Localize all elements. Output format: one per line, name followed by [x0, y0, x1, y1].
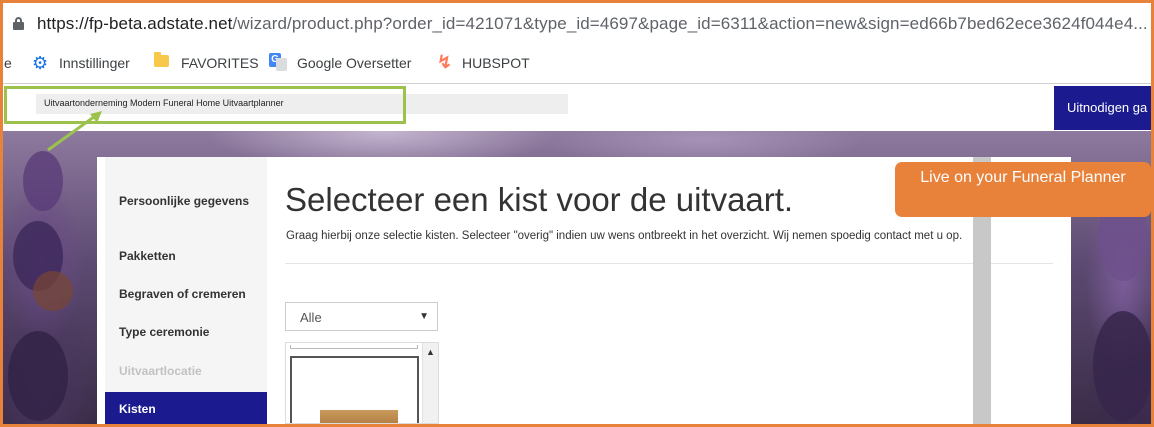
sidebar-item-kisten-label: Kisten — [119, 402, 156, 416]
sidebar-item-type-ceremonie[interactable]: Type ceremonie — [119, 324, 259, 341]
url-text[interactable]: https://fp-beta.adstate.net/wizard/produ… — [37, 14, 1148, 34]
bookmarks-bar: e ⚙ Innstillinger FAVORITES G Google Ove… — [3, 45, 1151, 84]
page-title: Selecteer een kist voor de uitvaart. — [285, 181, 794, 218]
sidebar-item-uitvaartlocatie: Uitvaartlocatie — [119, 364, 202, 378]
browser-url-bar[interactable]: https://fp-beta.adstate.net/wizard/produ… — [3, 3, 1151, 45]
bookmark-favorites[interactable]: FAVORITES — [181, 55, 259, 71]
filter-select-value: Alle — [300, 310, 322, 325]
coffin-item[interactable] — [290, 356, 419, 423]
bookmark-truncated[interactable]: e — [4, 55, 12, 71]
bookmark-hubspot[interactable]: HUBSPOT — [462, 55, 530, 71]
wizard-sidebar: Persoonlijke gegevens Pakketten Begraven… — [105, 157, 267, 424]
url-host: https://fp-beta.adstate.net — [37, 14, 233, 33]
coffin-image — [320, 410, 398, 423]
scroll-up-icon[interactable]: ▲ — [426, 347, 435, 357]
list-scrollbar[interactable]: ▲ — [422, 343, 438, 423]
url-path: /wizard/product.php?order_id=421071&type… — [232, 14, 1148, 33]
sidebar-item-begraven-of-cremeren[interactable]: Begraven of cremeren — [119, 286, 259, 303]
bookmark-innstillinger[interactable]: Innstillinger — [59, 55, 130, 71]
bookmark-google-oversetter[interactable]: Google Oversetter — [297, 55, 411, 71]
filter-select[interactable]: Alle ▼ — [285, 302, 438, 331]
hubspot-icon: ↯ — [437, 52, 453, 72]
sidebar-item-kisten[interactable]: Kisten — [105, 392, 267, 424]
callout-label: Live on your Funeral Planner — [895, 162, 1151, 217]
chevron-down-icon: ▼ — [419, 311, 429, 322]
lock-icon — [13, 17, 24, 30]
page-subtitle: Graag hierbij onze selectie kisten. Sele… — [286, 230, 963, 242]
divider — [285, 263, 1053, 264]
sidebar-item-persoonlijke-gegevens[interactable]: Persoonlijke gegevens — [119, 193, 259, 210]
list-item-previous — [290, 345, 418, 349]
sidebar-item-pakketten[interactable]: Pakketten — [119, 248, 259, 265]
google-translate-icon: G — [269, 53, 287, 71]
gear-icon: ⚙ — [32, 53, 49, 73]
arrow-annotation — [47, 111, 102, 152]
invite-button[interactable]: Uitnodigen ga — [1054, 86, 1151, 130]
coffin-list[interactable]: ▲ — [285, 342, 439, 424]
folder-icon — [154, 52, 169, 67]
